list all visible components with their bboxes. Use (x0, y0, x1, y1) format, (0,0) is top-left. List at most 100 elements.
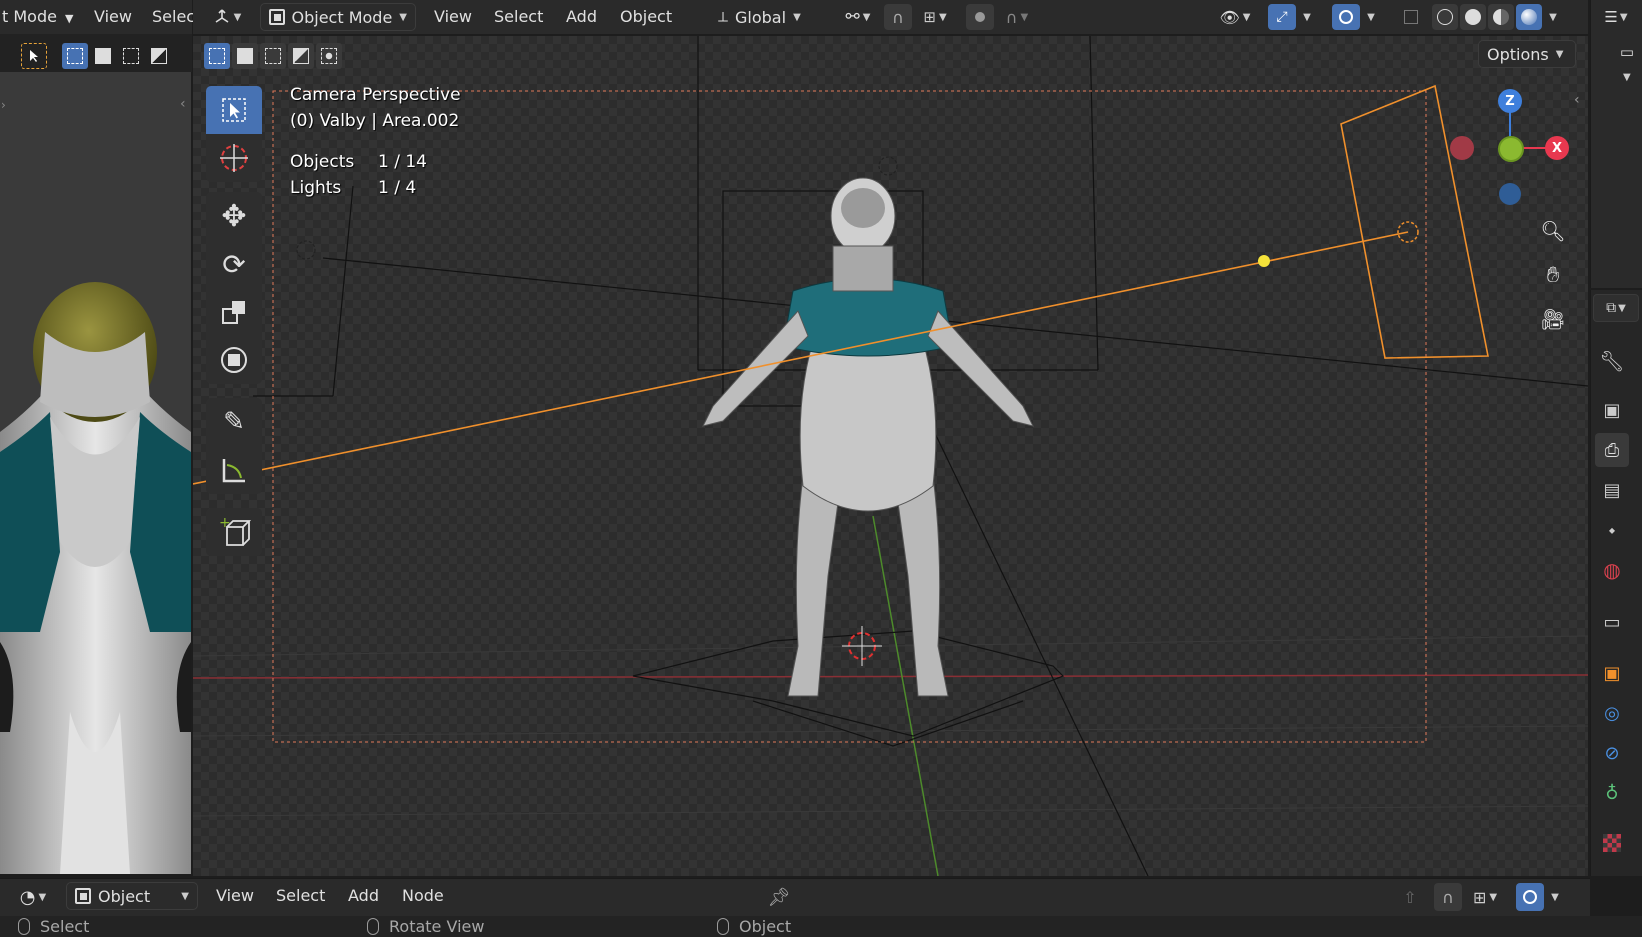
node-overlays-toggle[interactable] (1516, 883, 1544, 911)
chevron-down-icon: ▼ (1618, 302, 1626, 314)
node-menu-add[interactable]: Add (342, 883, 385, 909)
overlays-toggle[interactable] (1332, 4, 1360, 30)
pan-button[interactable]: ✋︎ (1536, 258, 1570, 292)
left-select-subtract-icon[interactable] (118, 43, 144, 69)
add-cube-icon: + (219, 515, 251, 546)
3d-cursor[interactable] (842, 626, 882, 666)
menu-select[interactable]: Select (488, 4, 549, 30)
tool-move[interactable]: ✥ (206, 192, 262, 240)
select-extend-icon[interactable] (232, 43, 258, 69)
proportional-edit-toggle[interactable] (966, 4, 994, 30)
tab-object[interactable]: ▣ (1595, 656, 1629, 690)
node-menu-view[interactable]: View (210, 883, 260, 909)
tab-world[interactable]: ◍ (1595, 553, 1629, 587)
node-overlays-dropdown[interactable]: ▼ (1546, 883, 1564, 911)
tab-object-data-light[interactable]: ♁ (1595, 776, 1629, 810)
overlays-icon (1339, 10, 1353, 24)
left-panel-expand-arrow[interactable]: › (1, 98, 6, 112)
visibility-dropdown[interactable]: 👁 ▼ (1212, 4, 1258, 30)
select-subtract-icon[interactable] (260, 43, 286, 69)
node-editor-type-dropdown[interactable]: ◔ ▼ (10, 882, 56, 912)
node-menu-node[interactable]: Node (396, 883, 450, 909)
shading-dropdown[interactable]: ▼ (1544, 4, 1562, 30)
tab-physics[interactable]: ⊘ (1595, 736, 1629, 770)
tool-annotate[interactable]: ✎ (206, 398, 262, 446)
magnet-icon: ∩ (892, 7, 904, 27)
shading-solid[interactable] (1460, 4, 1486, 30)
tab-collection[interactable]: ▭ (1595, 605, 1629, 639)
tool-rotate[interactable]: ⟳ (206, 240, 262, 288)
collection-label: (0) Valby | Area.002 (290, 111, 460, 131)
chevron-down-icon: ▼ (1367, 11, 1375, 23)
tool-add-cube[interactable]: + (206, 508, 262, 556)
select-intersect-icon[interactable] (316, 43, 342, 69)
node-snap-dropdown[interactable]: ⊞ ▼ (1464, 883, 1506, 911)
modifier-icon: ◎ (1604, 702, 1620, 724)
light-target-handle[interactable] (1258, 255, 1270, 267)
zoom-button[interactable]: 🔍︎ (1536, 214, 1570, 248)
select-new-icon[interactable] (204, 43, 230, 69)
outliner-editor-icon[interactable]: ☰ ▼ (1593, 4, 1639, 30)
tool-select-box[interactable] (206, 86, 262, 134)
shader-type-dropdown[interactable]: Object ▼ (66, 882, 198, 910)
view-layer-icon: ▤ (1603, 479, 1621, 501)
shading-rendered[interactable] (1516, 4, 1542, 30)
outliner-display-icon[interactable]: ▭ (1615, 40, 1639, 64)
left-menu-view[interactable]: View (88, 4, 138, 30)
snap-toggle[interactable]: ∩ (884, 4, 912, 30)
chevron-down-icon: ▼ (1242, 11, 1251, 23)
overlays-dropdown[interactable]: ▼ (1362, 4, 1380, 30)
pin-button[interactable]: 📌︎ (764, 883, 794, 911)
stat-lights-label: Lights (290, 178, 342, 198)
tool-scale[interactable] (206, 288, 262, 336)
sidebar-toggle-arrow[interactable]: ‹ (1574, 92, 1580, 108)
arrow-up-icon: ⇧ (1403, 887, 1417, 907)
editor-type-dropdown[interactable]: ▼ (206, 4, 248, 30)
snap-target-dropdown[interactable]: ⊞ ▼ (914, 4, 956, 30)
gizmo-toggle[interactable]: ⤢ (1268, 4, 1296, 30)
tool-measure[interactable] (206, 446, 262, 494)
menu-add[interactable]: Add (560, 4, 603, 30)
left-mode-dropdown[interactable]: t Mode ▼ (0, 4, 80, 30)
node-menu-select[interactable]: Select (270, 883, 331, 909)
gizmo-y-axis[interactable] (1498, 136, 1524, 162)
tool-transform[interactable] (206, 336, 262, 384)
options-dropdown[interactable]: Options ▼ (1478, 40, 1576, 68)
camera-view-button[interactable]: 🎥︎ (1536, 302, 1570, 336)
status-rotate-label: Rotate View (389, 917, 485, 936)
tab-tool[interactable]: 🔧︎ (1595, 344, 1629, 378)
tool-cursor[interactable] (206, 134, 262, 182)
tab-view-layer[interactable]: ▤ (1595, 473, 1629, 507)
left-cursor-tool-icon[interactable] (21, 43, 47, 69)
tab-texture[interactable] (1595, 826, 1629, 860)
menu-object[interactable]: Object (614, 4, 678, 30)
menu-view[interactable]: View (428, 4, 478, 30)
zoom-magnifier-icon: 🔍︎ (1540, 219, 1566, 243)
falloff-dropdown[interactable]: ∩ ▼ (996, 4, 1038, 30)
xray-toggle[interactable] (1398, 4, 1424, 30)
eye-icon: 👁 (1219, 7, 1240, 27)
object-mode-dropdown[interactable]: Object Mode ▼ (260, 3, 416, 31)
properties-editor-type[interactable]: ⧉ ▼ (1593, 294, 1639, 322)
left-panel-collapse-arrow[interactable]: ‹ (180, 96, 186, 112)
stat-lights-value: 1 / 4 (378, 178, 417, 198)
left-select-new-icon[interactable] (62, 43, 88, 69)
gizmo-dropdown[interactable]: ▼ (1298, 4, 1316, 30)
tab-output[interactable]: ⎙ (1595, 433, 1629, 467)
tab-scene[interactable]: ⬩ (1595, 513, 1629, 547)
shading-material[interactable] (1488, 4, 1514, 30)
left-select-invert-icon[interactable] (146, 43, 172, 69)
tab-modifiers[interactable]: ◎ (1595, 696, 1629, 730)
node-parent-button[interactable]: ⇧ (1396, 883, 1424, 911)
gizmo-x-axis[interactable]: X (1545, 136, 1569, 160)
node-snap-toggle[interactable]: ∩ (1434, 883, 1462, 911)
tab-render[interactable]: ▣ (1595, 393, 1629, 427)
pivot-point-dropdown[interactable]: ⚯ ▼ (836, 4, 880, 30)
transform-orientation-dropdown[interactable]: ⟂ Global ▼ (710, 3, 822, 31)
filter-arrow-icon[interactable]: ▼ (1623, 72, 1631, 83)
left-select-extend-icon[interactable] (90, 43, 116, 69)
select-invert-icon[interactable] (288, 43, 314, 69)
shading-wireframe[interactable] (1432, 4, 1458, 30)
character-model[interactable] (702, 177, 1034, 697)
gizmo-z-axis[interactable]: Z (1498, 89, 1522, 113)
